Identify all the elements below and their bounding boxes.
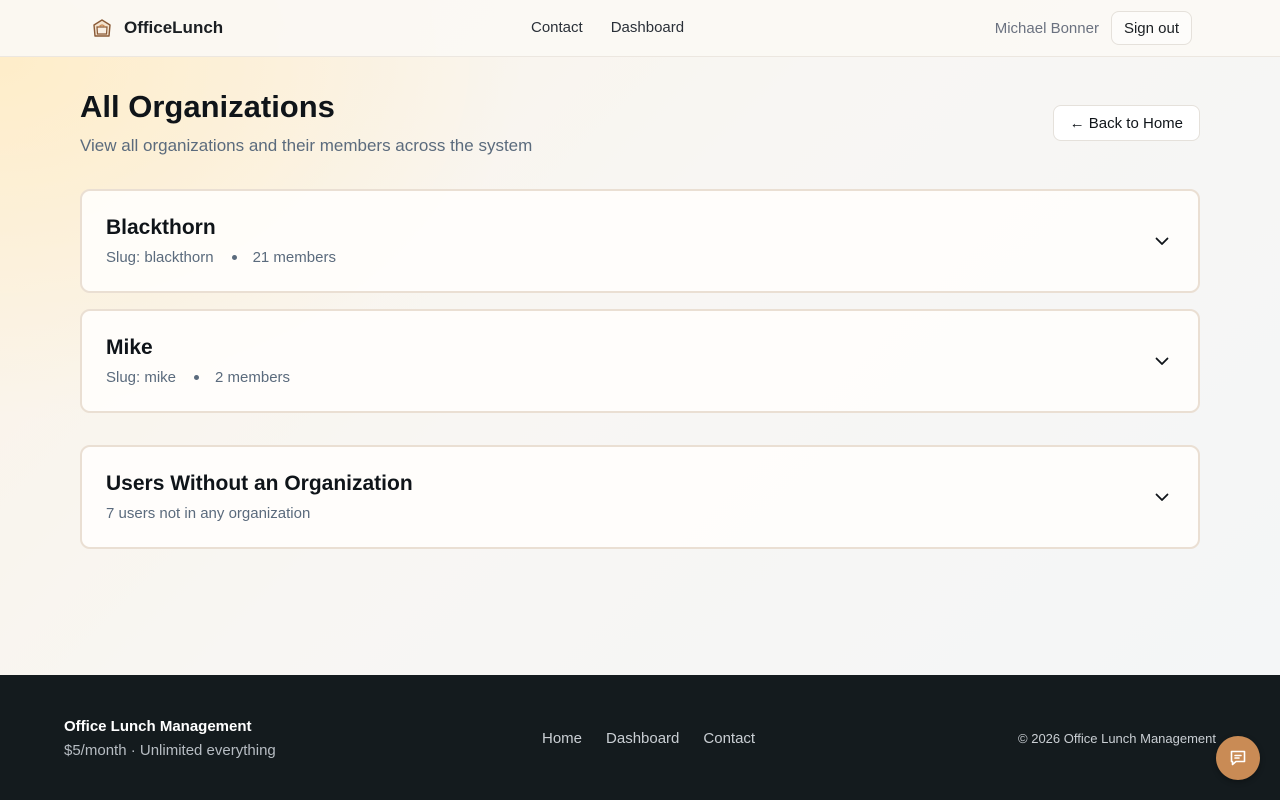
chevron-down-icon[interactable] — [1154, 489, 1170, 505]
separator-dot-icon — [231, 255, 237, 260]
chat-icon — [1230, 750, 1246, 766]
users-without-organization-card[interactable]: Users Without an Organization 7 users no… — [80, 445, 1200, 549]
current-user-name: Michael Bonner — [994, 19, 1099, 37]
organization-member-count: 21 members — [252, 249, 336, 266]
footer-title: Office Lunch Management — [64, 718, 252, 735]
organization-name: Mike — [106, 336, 153, 359]
organization-member-count: 2 members — [215, 369, 291, 386]
organization-card-blackthorn[interactable]: Blackthorn Slug: blackthorn 21 members — [80, 189, 1200, 293]
back-to-home-button[interactable]: ← Back to Home — [1052, 105, 1200, 141]
site-footer: Office Lunch Management $5/month · Unlim… — [0, 675, 1280, 800]
chevron-down-icon[interactable] — [1154, 233, 1170, 249]
footer-dashboard-link[interactable]: Dashboard — [606, 730, 679, 747]
page-title: All Organizations — [80, 89, 335, 124]
user-area: Michael Bonner Sign out — [995, 11, 1192, 45]
footer-home-link[interactable]: Home — [542, 730, 582, 747]
separator-dot-icon — [194, 375, 200, 380]
app-name: OfficeLunch — [124, 18, 224, 37]
organization-slug: Slug: blackthorn — [106, 249, 214, 266]
page-subtitle: View all organizations and their members… — [80, 136, 533, 155]
feedback-chat-button[interactable] — [1216, 736, 1260, 780]
app-logo-link[interactable]: OfficeLunch — [90, 16, 223, 40]
main-nav: Contact Dashboard — [531, 19, 684, 36]
organization-slug: Slug: mike — [106, 369, 177, 386]
organization-meta: Slug: blackthorn 21 members — [106, 249, 336, 266]
top-nav-bar: OfficeLunch Contact Dashboard Michael Bo… — [0, 0, 1280, 57]
footer-contact-link[interactable]: Contact — [703, 730, 755, 747]
chevron-down-icon[interactable] — [1154, 353, 1170, 369]
lunchbox-icon — [90, 16, 114, 40]
unassigned-user-count: 7 users not in any organization — [106, 505, 311, 522]
section-title: Users Without an Organization — [106, 472, 413, 495]
footer-copyright: © 2026 Office Lunch Management — [1018, 731, 1216, 746]
nav-contact-link[interactable]: Contact — [531, 19, 583, 36]
organization-name: Blackthorn — [106, 216, 216, 239]
nav-dashboard-link[interactable]: Dashboard — [611, 19, 684, 36]
footer-tagline: $5/month · Unlimited everything — [64, 742, 276, 759]
footer-nav: Home Dashboard Contact — [542, 730, 755, 747]
sign-out-button[interactable]: Sign out — [1110, 11, 1192, 45]
organization-meta: Slug: mike 2 members — [106, 369, 290, 386]
organization-card-mike[interactable]: Mike Slug: mike 2 members — [80, 309, 1200, 413]
